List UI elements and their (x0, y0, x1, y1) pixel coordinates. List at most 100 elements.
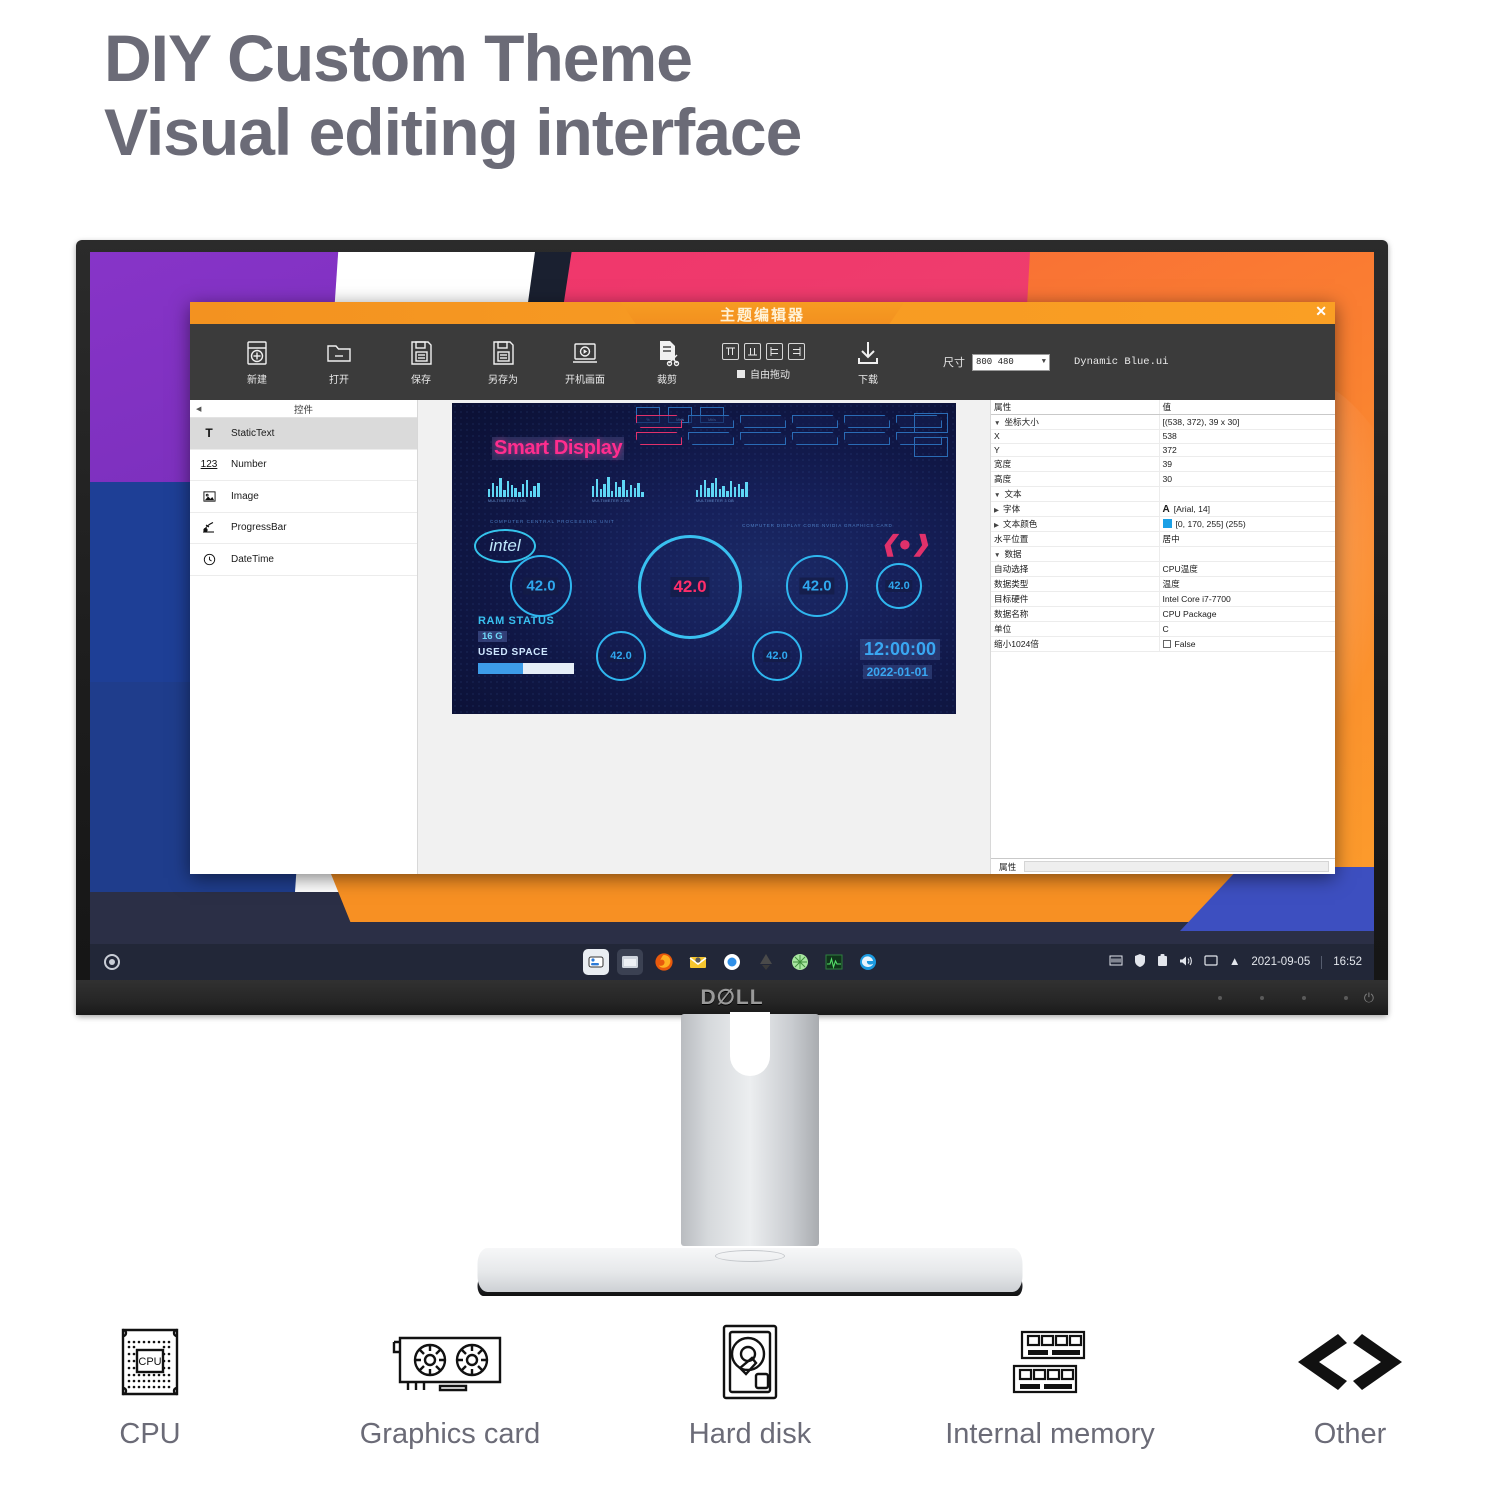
property-value[interactable]: 39 (1159, 456, 1335, 472)
monitor-stand-neck (681, 1012, 819, 1246)
gauge-gpu-right[interactable]: 42.0 (786, 555, 848, 617)
canvas-date[interactable]: 2022-01-01 (862, 665, 932, 679)
monitor-icon[interactable] (821, 949, 847, 975)
property-name: 坐标大小 (1004, 417, 1039, 427)
size-select[interactable]: 800 480 ▼ (972, 353, 1050, 371)
property-value[interactable]: 372 (1159, 443, 1335, 457)
property-value[interactable]: CPU Package (1159, 606, 1335, 622)
ram-progress-bar[interactable] (478, 663, 574, 674)
ram-size-value[interactable]: 16 G (478, 631, 507, 642)
graph-icon[interactable] (787, 949, 813, 975)
gauge-disk[interactable]: 42.0 (752, 631, 802, 681)
align-top-icon[interactable] (722, 343, 739, 360)
align-right-icon[interactable] (788, 343, 805, 360)
property-value[interactable]: C (1159, 621, 1335, 637)
chevron-down-icon[interactable]: ▼ (994, 552, 1000, 559)
theme-canvas[interactable]: % Mb/s Mb/s (452, 403, 956, 714)
table-row[interactable]: 水平位置 居中 (991, 531, 1335, 547)
widget-item-statictext[interactable]: T StaticText (190, 418, 417, 450)
settings-icon[interactable] (583, 949, 609, 975)
table-row[interactable]: 缩小1024倍 False (991, 636, 1335, 652)
property-value[interactable]: Intel Core i7-7700 (1159, 591, 1335, 607)
save-as-button[interactable]: 另存为 (462, 338, 544, 386)
firefox-icon[interactable] (651, 949, 677, 975)
power-button-icon[interactable]: ⏻ (1364, 990, 1374, 1006)
monitor-osd-buttons[interactable] (1218, 995, 1348, 1000)
taskbar-tray: ▲ 2021-09-05 16:52 (1109, 954, 1362, 970)
property-value[interactable]: [0, 170, 255] (255) (1159, 516, 1335, 532)
mail-icon[interactable] (685, 949, 711, 975)
widget-item-image[interactable]: Image (190, 481, 417, 513)
canvas-clock[interactable]: 12:00:00 (859, 639, 940, 660)
clipboard-icon[interactable] (1157, 954, 1168, 970)
chevron-down-icon[interactable]: ▼ (994, 420, 1000, 427)
gauge-value: 42.0 (670, 577, 710, 597)
property-value[interactable]: CPU温度 (1159, 561, 1335, 577)
feature-internal-memory: Internal memory (900, 1320, 1200, 1451)
shield-icon[interactable] (1134, 954, 1146, 970)
properties-footer-field[interactable] (1024, 861, 1329, 872)
new-button[interactable]: 新建 (216, 338, 298, 386)
property-name: 文本颜色 (1003, 519, 1038, 529)
boot-screen-button[interactable]: 开机画面 (544, 338, 626, 386)
table-row[interactable]: Y 372 (991, 443, 1335, 457)
volume-icon[interactable] (1179, 955, 1193, 970)
widget-item-datetime[interactable]: DateTime (190, 544, 417, 576)
align-left-icon[interactable] (766, 343, 783, 360)
property-value[interactable]: 538 (1159, 429, 1335, 444)
display-icon[interactable] (1204, 954, 1218, 970)
download-button[interactable]: 下载 (827, 338, 909, 386)
gauge-aux[interactable]: 42.0 (876, 563, 922, 609)
table-row[interactable]: ▶ 文本颜色 [0, 170, 255] (255) (991, 516, 1335, 532)
open-button[interactable]: 打开 (298, 338, 380, 386)
table-row[interactable]: 自动选择 CPU温度 (991, 561, 1335, 577)
widget-item-progressbar[interactable]: ProgressBar (190, 513, 417, 544)
keyboard-icon[interactable] (1109, 955, 1123, 969)
gauge-ram[interactable]: 42.0 (596, 631, 646, 681)
table-row[interactable]: ▼ 文本 (991, 486, 1335, 502)
gauge-cpu-center[interactable]: 42.0 (638, 535, 742, 639)
edge-icon[interactable] (855, 949, 881, 975)
collapse-icon[interactable]: ◀ (196, 405, 201, 413)
header-value: 值 (1159, 400, 1335, 415)
table-row[interactable]: 高度 30 (991, 471, 1335, 487)
close-icon[interactable]: ✕ (1315, 303, 1327, 320)
activities-button[interactable] (104, 954, 120, 970)
table-row[interactable]: ▼ 坐标大小 [(538, 372), 39 x 30] (991, 414, 1335, 430)
inkscape-icon[interactable] (753, 949, 779, 975)
cpu-chip-icon: CPU (111, 1320, 189, 1404)
free-drag-checkbox[interactable]: 自由拖动 (737, 366, 790, 381)
property-value[interactable]: 温度 (1159, 576, 1335, 592)
property-name: 数据类型 (991, 576, 1160, 592)
table-row[interactable]: ▶ 字体 A [Arial, 14] (991, 501, 1335, 517)
canvas-theme-title[interactable]: Smart Display (492, 437, 625, 460)
taskbar-time[interactable]: 16:52 (1333, 956, 1362, 968)
property-value[interactable]: A [Arial, 14] (1159, 501, 1335, 517)
table-row[interactable]: 目标硬件 Intel Core i7-7700 (991, 591, 1335, 607)
property-value[interactable]: False (1159, 636, 1335, 652)
chevron-down-icon[interactable]: ▼ (994, 492, 1000, 499)
property-value[interactable]: 居中 (1159, 531, 1335, 547)
crop-button[interactable]: 裁剪 (626, 338, 708, 386)
save-button[interactable]: 保存 (380, 338, 462, 386)
table-row[interactable]: 单位 C (991, 621, 1335, 637)
property-name: 缩小1024倍 (991, 636, 1160, 652)
checkbox-icon[interactable] (1162, 640, 1171, 648)
files-icon[interactable] (617, 949, 643, 975)
chevron-right-icon[interactable]: ▶ (994, 522, 999, 529)
widgets-panel-title: 控件 (293, 404, 313, 416)
browser-icon[interactable] (719, 949, 745, 975)
table-row[interactable]: 宽度 39 (991, 456, 1335, 472)
table-row[interactable]: ▼ 数据 (991, 546, 1335, 562)
chevron-right-icon[interactable]: ▶ (994, 507, 999, 514)
table-row[interactable]: 数据名称 CPU Package (991, 606, 1335, 622)
align-bottom-icon[interactable] (744, 343, 761, 360)
gauge-cpu-left[interactable]: 42.0 (510, 555, 572, 617)
table-row[interactable]: 数据类型 温度 (991, 576, 1335, 592)
table-row[interactable]: X 538 (991, 429, 1335, 444)
property-value[interactable]: 30 (1159, 471, 1335, 487)
widget-item-number[interactable]: 123 Number (190, 450, 417, 481)
taskbar-date[interactable]: 2021-09-05 (1251, 956, 1310, 968)
show-hidden-icon[interactable]: ▲ (1229, 956, 1240, 968)
color-swatch-icon[interactable] (1162, 519, 1172, 528)
